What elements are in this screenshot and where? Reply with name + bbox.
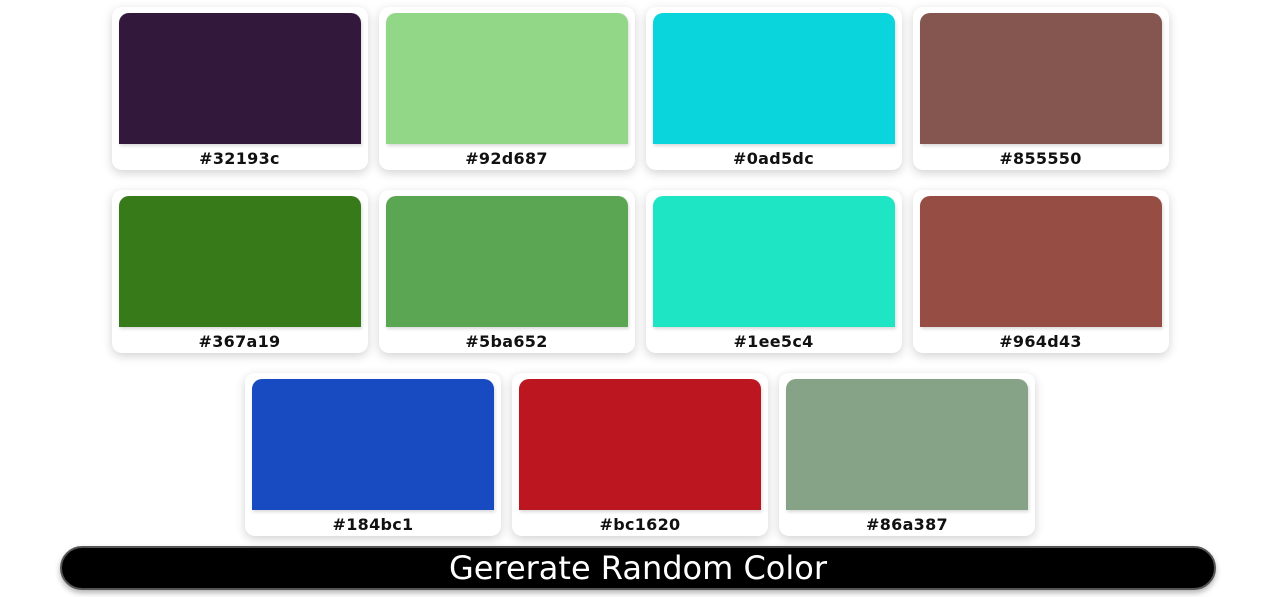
color-hex-label: #1ee5c4: [733, 332, 814, 351]
color-swatch: [118, 196, 361, 327]
color-swatch: [919, 196, 1162, 327]
color-swatch: [786, 379, 1028, 510]
color-card[interactable]: #92d687: [378, 7, 635, 170]
color-swatch: [652, 196, 895, 327]
color-hex-label: #964d43: [999, 332, 1082, 351]
color-hex-label: #86a387: [866, 515, 948, 534]
color-hex-label: #92d687: [465, 149, 548, 168]
generate-random-color-button[interactable]: Gererate Random Color: [60, 546, 1216, 590]
color-hex-label: #855550: [999, 149, 1082, 168]
color-hex-label: #0ad5dc: [733, 149, 814, 168]
color-swatch: [519, 379, 761, 510]
color-swatch: [385, 196, 628, 327]
color-swatch: [919, 13, 1162, 144]
color-hex-label: #184bc1: [332, 515, 414, 534]
color-swatch: [252, 379, 494, 510]
color-card[interactable]: #1ee5c4: [645, 190, 902, 353]
color-card[interactable]: #32193c: [111, 7, 368, 170]
color-card[interactable]: #367a19: [111, 190, 368, 353]
color-card[interactable]: #5ba652: [378, 190, 635, 353]
color-hex-label: #367a19: [198, 332, 281, 351]
color-hex-label: #5ba652: [465, 332, 548, 351]
color-card[interactable]: #855550: [912, 7, 1169, 170]
color-card[interactable]: #86a387: [779, 373, 1035, 536]
color-swatch: [385, 13, 628, 144]
color-swatch: [652, 13, 895, 144]
color-card[interactable]: #0ad5dc: [645, 7, 902, 170]
color-swatch: [118, 13, 361, 144]
color-card[interactable]: #964d43: [912, 190, 1169, 353]
color-card[interactable]: #184bc1: [245, 373, 501, 536]
color-card[interactable]: #bc1620: [512, 373, 768, 536]
color-hex-label: #bc1620: [599, 515, 681, 534]
color-hex-label: #32193c: [199, 149, 280, 168]
color-palette: #32193c #92d687 #0ad5dc #855550 #367a19 …: [0, 7, 1280, 536]
